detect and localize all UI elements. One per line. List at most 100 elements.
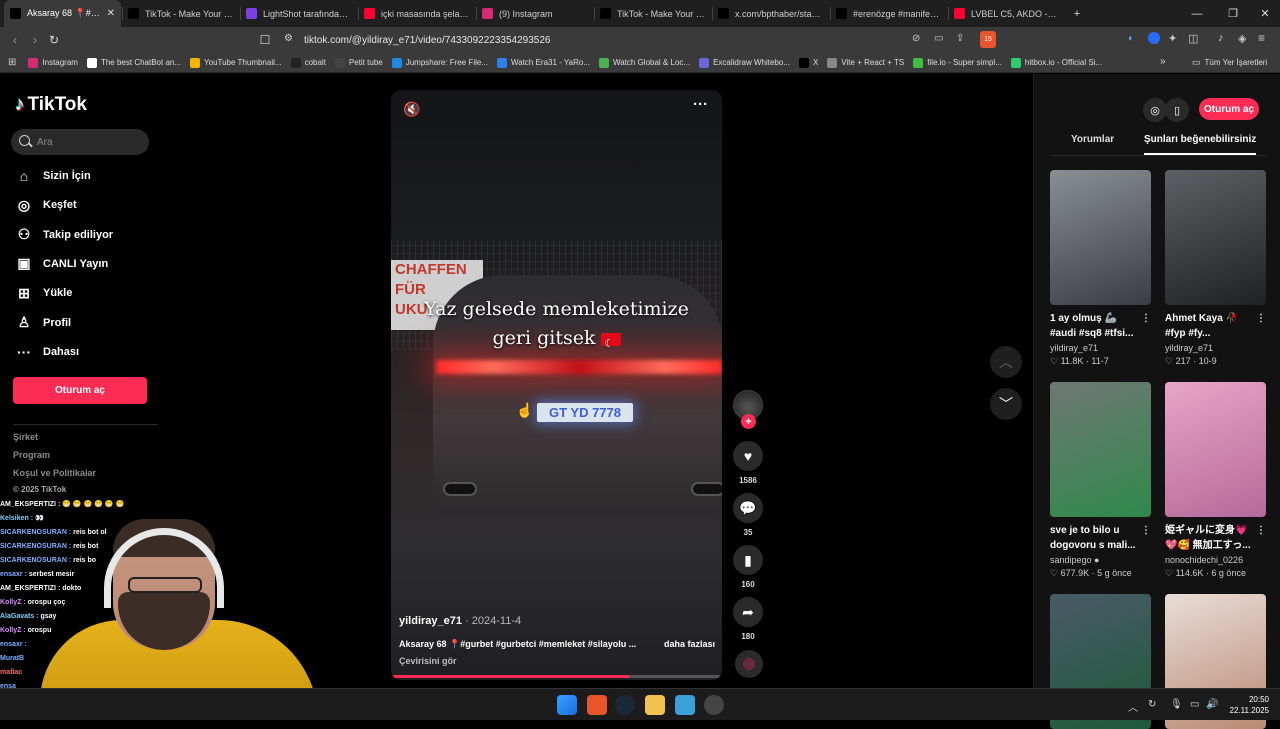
comment-action[interactable]: 💬 35 bbox=[733, 493, 763, 537]
all-bookmarks[interactable]: ▭ Tüm Yer İşaretleri bbox=[1192, 57, 1267, 68]
sidebar-item[interactable]: ··· Dahası bbox=[15, 342, 79, 362]
volume-icon[interactable]: 🔊 bbox=[1206, 699, 1218, 710]
login-button-header[interactable]: Oturum aç bbox=[1199, 98, 1259, 120]
vpn-icon[interactable] bbox=[1148, 32, 1160, 44]
video-author[interactable]: yildiray_e71 · 2024-11-4 bbox=[399, 615, 521, 627]
steam-icon[interactable] bbox=[615, 695, 635, 715]
sidebar-item[interactable]: ⊞ Yükle bbox=[15, 283, 72, 303]
sound-disc[interactable] bbox=[735, 650, 763, 678]
extensions-icon[interactable]: ✦ bbox=[1168, 32, 1177, 45]
footer-program[interactable]: Program bbox=[13, 450, 50, 460]
sidebar-item[interactable]: ♙ Profil bbox=[15, 313, 71, 333]
sidebar-item[interactable]: ⚇ Takip ediliyor bbox=[15, 225, 113, 245]
card-title[interactable]: 1 ay olmuş 🦾 #audi #sq8 #tfsi... ⋮ bbox=[1050, 311, 1151, 341]
windows-start-icon[interactable] bbox=[557, 695, 577, 715]
footer-terms[interactable]: Koşul ve Politikalar bbox=[13, 468, 96, 478]
bookmark-item[interactable]: Petit tube bbox=[334, 57, 383, 68]
sidebar-item[interactable]: ◎ Keşfet bbox=[15, 195, 77, 215]
compass-small-icon[interactable]: ◎ bbox=[1143, 98, 1167, 122]
card-author[interactable]: nonochidechi_0226 bbox=[1165, 555, 1266, 565]
sidebar-item[interactable]: ⌂ Sizin İçin bbox=[15, 166, 91, 186]
previous-video-button[interactable]: ︿ bbox=[990, 346, 1022, 378]
video-thumbnail[interactable] bbox=[1050, 382, 1151, 517]
mic-tray-icon[interactable]: 🎙 bbox=[1170, 699, 1183, 710]
more-options-icon[interactable]: ··· bbox=[693, 96, 708, 113]
tab-suggested[interactable]: Şunları beğenebilirsiniz bbox=[1144, 134, 1256, 145]
bookmark-item[interactable]: hitbox.io - Official Si... bbox=[1010, 57, 1102, 68]
sidebar-icon[interactable]: ◫ bbox=[1188, 32, 1198, 45]
card-author[interactable]: yildiray_e71 bbox=[1165, 343, 1266, 353]
photos-icon[interactable] bbox=[675, 695, 695, 715]
bookmark-save-icon[interactable]: ▮ bbox=[733, 545, 763, 575]
video-progress-bar[interactable] bbox=[391, 675, 722, 678]
card-more-icon[interactable]: ⋮ bbox=[1256, 311, 1266, 326]
bookmark-item[interactable]: Excalidraw Whitebo... bbox=[699, 57, 790, 68]
share-action[interactable]: ➦ 180 bbox=[733, 597, 763, 641]
bookmark-item[interactable]: Vite + React + TS bbox=[827, 57, 904, 68]
card-more-icon[interactable]: ⋮ bbox=[1141, 523, 1151, 538]
reload-icon[interactable]: ↻ bbox=[46, 32, 62, 48]
file-explorer-icon[interactable] bbox=[645, 695, 665, 715]
share-arrow-icon[interactable]: ➦ bbox=[733, 597, 763, 627]
see-more-link[interactable]: daha fazlası bbox=[664, 639, 715, 650]
tab-comments[interactable]: Yorumlar bbox=[1071, 134, 1114, 145]
browser-tab[interactable]: TikTok - Make Your Day bbox=[122, 0, 239, 27]
cast-icon[interactable]: ▭ bbox=[934, 33, 943, 44]
muted-speaker-icon[interactable]: 🔇 bbox=[403, 101, 420, 118]
card-more-icon[interactable]: ⋮ bbox=[1256, 523, 1266, 538]
suggested-video-card[interactable]: 姫ギャルに変身💗💖🥰 無加工すっ... ⋮ nonochidechi_0226 ♡ 1… bbox=[1165, 382, 1266, 579]
sound-icon[interactable]: ◖ bbox=[1127, 33, 1133, 44]
suggested-video-card[interactable]: 1 ay olmuş 🦾 #audi #sq8 #tfsi... ⋮ yildira… bbox=[1050, 170, 1151, 367]
author-name[interactable]: yildiray_e71 bbox=[399, 615, 462, 627]
browser-tab[interactable]: içki masasında şelale gi bbox=[358, 0, 475, 27]
bookmark-item[interactable]: cobalt bbox=[290, 57, 326, 68]
back-icon[interactable]: ‹ bbox=[7, 32, 23, 48]
video-player[interactable]: CHAFFEN FÜR UKU GT YD 7778 Yaz gelsede mem… bbox=[391, 90, 722, 680]
bookmark-item[interactable]: Watch Global & Loc... bbox=[598, 57, 690, 68]
next-video-button[interactable]: ﹀ bbox=[990, 388, 1022, 420]
browser-tab[interactable]: LightShot tarafından Ek bbox=[240, 0, 357, 27]
brave-shield-icon[interactable]: 15 bbox=[980, 31, 996, 48]
video-thumbnail[interactable] bbox=[1165, 170, 1266, 305]
close-tab-icon[interactable]: ✕ bbox=[107, 8, 115, 19]
minimize-button[interactable]: — bbox=[1180, 0, 1214, 27]
tray-sync-icon[interactable]: ↻ bbox=[1148, 699, 1156, 710]
browser-tab[interactable]: Aksaray 68 📍#gurbet ✕ bbox=[4, 0, 121, 27]
bookmark-item[interactable]: Instagram bbox=[28, 57, 78, 68]
apps-grid-icon[interactable]: ⊞ bbox=[8, 57, 16, 68]
video-thumbnail[interactable] bbox=[1165, 382, 1266, 517]
save-action[interactable]: ▮ 160 bbox=[733, 545, 763, 589]
bookmark-item[interactable]: The best ChatBot an... bbox=[86, 57, 181, 68]
bookmark-item[interactable]: Jumpshare: Free File... bbox=[391, 57, 488, 68]
browser-tab[interactable]: (9) Instagram bbox=[476, 0, 593, 27]
tray-chevron-icon[interactable]: ︿ bbox=[1128, 699, 1138, 714]
see-translation-link[interactable]: Çevirisini gör bbox=[399, 656, 457, 666]
comment-icon[interactable]: 💬 bbox=[733, 493, 763, 523]
card-author[interactable]: sandipego ● bbox=[1050, 555, 1151, 565]
bookmark-item[interactable]: YouTube Thumbnail... bbox=[190, 57, 282, 68]
footer-company[interactable]: Şirket bbox=[13, 432, 38, 442]
bookmarks-overflow[interactable]: » bbox=[1160, 56, 1166, 67]
phone-icon[interactable]: ▯ bbox=[1165, 98, 1189, 122]
network-icon[interactable]: ▭ bbox=[1190, 699, 1199, 710]
browser-tab[interactable]: TikTok - Make Your Day bbox=[594, 0, 711, 27]
card-title[interactable]: Ahmet Kaya 🥀 #fyp #fy... ⋮ bbox=[1165, 311, 1266, 341]
like-action[interactable]: ♥ 1586 bbox=[733, 441, 763, 485]
tracking-off-icon[interactable]: ⊘ bbox=[912, 33, 920, 44]
card-title[interactable]: 姫ギャルに変身💗💖🥰 無加工すっ... ⋮ bbox=[1165, 523, 1266, 553]
card-author[interactable]: yildiray_e71 bbox=[1050, 343, 1151, 353]
forward-icon[interactable]: › bbox=[27, 32, 43, 48]
follow-plus-icon[interactable]: + bbox=[741, 414, 756, 429]
bookmark-item[interactable]: X bbox=[798, 57, 818, 68]
video-thumbnail[interactable] bbox=[1050, 170, 1151, 305]
bookmark-icon[interactable]: ☐ bbox=[257, 32, 273, 48]
sidebar-item[interactable]: ▣ CANLI Yayın bbox=[15, 254, 108, 274]
browser-tab[interactable]: #erenözge #manifest # bbox=[830, 0, 947, 27]
obs-icon[interactable] bbox=[704, 695, 724, 715]
search-input[interactable]: Ara bbox=[11, 129, 149, 155]
tiktok-logo[interactable]: ♪ TikTok bbox=[15, 94, 87, 116]
card-more-icon[interactable]: ⋮ bbox=[1141, 311, 1151, 326]
heart-icon[interactable]: ♥ bbox=[733, 441, 763, 471]
suggested-video-card[interactable]: Ahmet Kaya 🥀 #fyp #fy... ⋮ yildiray_e71 ♡ 2… bbox=[1165, 170, 1266, 367]
login-button-sidebar[interactable]: Oturum aç bbox=[13, 377, 147, 404]
